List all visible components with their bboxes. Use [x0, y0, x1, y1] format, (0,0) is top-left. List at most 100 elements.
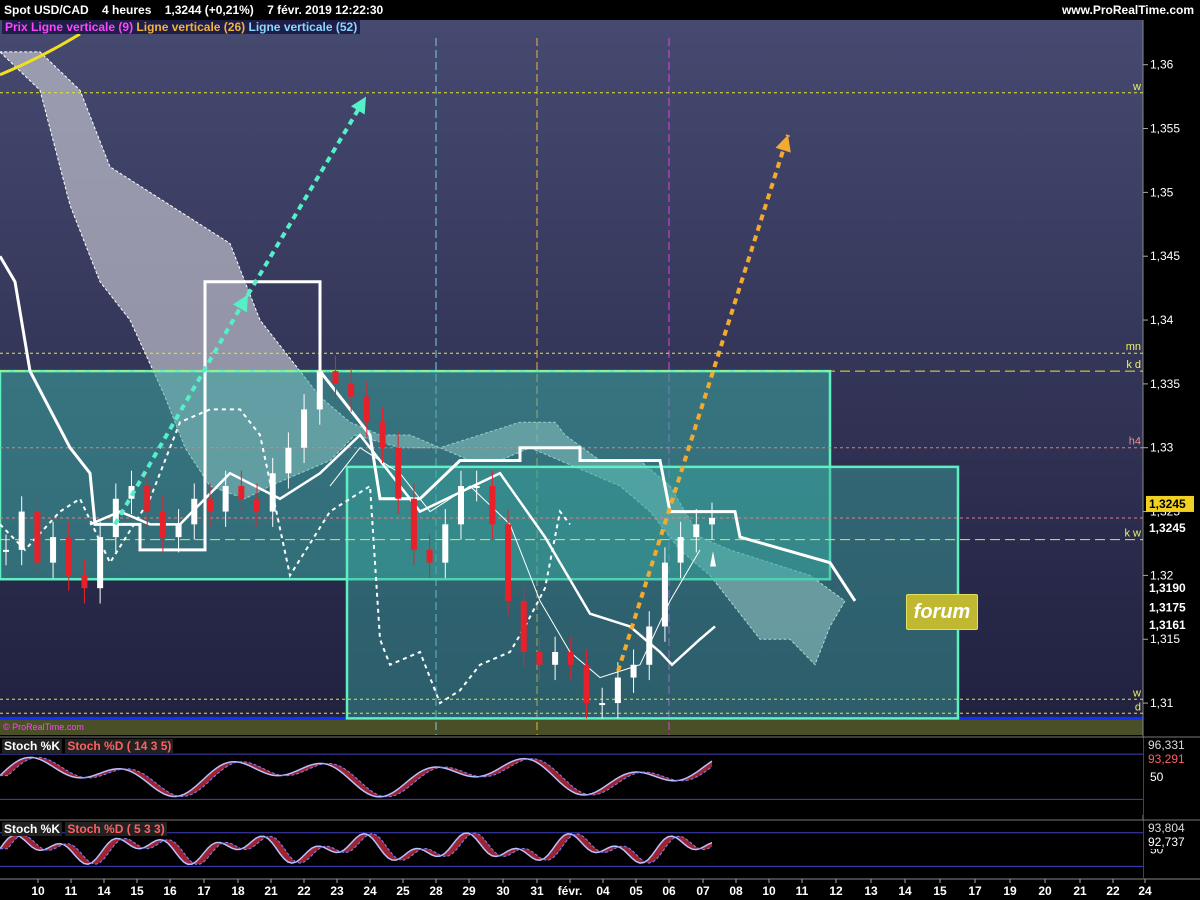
x-tick-label: 13 — [864, 884, 878, 898]
lower-price-band — [0, 718, 1143, 735]
candle-body[interactable] — [630, 664, 637, 678]
x-tick-label: 17 — [968, 884, 982, 898]
x-tick-label: 18 — [231, 884, 245, 898]
candle-body[interactable] — [254, 498, 261, 512]
legend-prix[interactable]: Prix — [5, 20, 28, 34]
price-tag-3: 1,3161 — [1149, 618, 1186, 632]
candle-body[interactable] — [709, 517, 715, 525]
legend-vline-26[interactable]: Ligne verticale (26) — [136, 20, 245, 34]
x-tick-label: 08 — [729, 884, 743, 898]
candle-body[interactable] — [677, 537, 684, 563]
level-label: k w — [1125, 528, 1142, 540]
price-tag-2: 1,3175 — [1149, 600, 1186, 614]
legend-vline-52[interactable]: Ligne verticale (52) — [248, 20, 357, 34]
candle-body[interactable] — [18, 511, 25, 550]
candle-body[interactable] — [552, 652, 559, 665]
stoch2-k-label[interactable]: Stoch %K — [2, 822, 63, 836]
level-label: w — [1132, 687, 1141, 699]
stoch2-d-label[interactable]: Stoch %D ( 5 3 3) — [65, 822, 167, 836]
range-box-lower[interactable] — [345, 465, 960, 720]
candle-body[interactable] — [159, 511, 166, 538]
candle-body[interactable] — [175, 524, 182, 538]
candle-body[interactable] — [332, 371, 339, 384]
x-tick-label: 14 — [898, 884, 912, 898]
candle-body[interactable] — [395, 447, 402, 499]
candle-body[interactable] — [426, 549, 433, 563]
candle-body[interactable] — [614, 677, 621, 704]
candle-body[interactable] — [50, 537, 57, 563]
y-tick-label: 1,34 — [1150, 313, 1174, 327]
candle-body[interactable] — [269, 473, 276, 512]
chart-window: 1,361,3551,351,3451,341,3351,331,3251,32… — [0, 0, 1200, 900]
candle-body[interactable] — [693, 524, 700, 538]
y-tick-label: 1,335 — [1150, 377, 1180, 391]
candle-body[interactable] — [65, 537, 72, 576]
level-label: w — [1132, 81, 1141, 93]
x-tick-label: 20 — [1038, 884, 1052, 898]
candle-body[interactable] — [301, 409, 308, 448]
candle-body[interactable] — [81, 575, 88, 589]
candle-body[interactable] — [238, 486, 245, 499]
y-tick-label: 1,315 — [1150, 632, 1180, 646]
candle-body[interactable] — [646, 626, 653, 665]
candle-body[interactable] — [520, 600, 527, 653]
y-tick-label: 1,36 — [1150, 58, 1174, 72]
stoch1-d-value: 93,291 — [1148, 752, 1185, 766]
legend-vline-9[interactable]: Ligne verticale (9) — [31, 20, 133, 34]
candle-body[interactable] — [112, 498, 119, 538]
candle-body[interactable] — [457, 486, 464, 525]
candle-body[interactable] — [348, 383, 355, 397]
candle-body[interactable] — [316, 371, 323, 410]
x-tick-label: 15 — [933, 884, 947, 898]
candle-body[interactable] — [379, 422, 386, 448]
last-price-label: 1,3244 (+0,21%) — [164, 3, 254, 17]
candle-body[interactable] — [3, 549, 9, 552]
copyright-label: © ProRealTime.com — [3, 722, 84, 732]
candle-body[interactable] — [505, 524, 512, 601]
candle-body[interactable] — [661, 562, 668, 627]
candle-body[interactable] — [536, 652, 543, 665]
x-tick-label: 04 — [596, 884, 610, 898]
chart-title: Spot USD/CAD 4 heures 1,3244 (+0,21%) 7 … — [4, 3, 383, 17]
x-tick-label: 24 — [1138, 884, 1152, 898]
candle-body[interactable] — [410, 498, 417, 550]
x-tick-label: 16 — [163, 884, 177, 898]
x-tick-label: 29 — [462, 884, 476, 898]
candle-body[interactable] — [489, 486, 496, 525]
x-tick-label: 05 — [629, 884, 643, 898]
price-chart[interactable]: 1,361,3551,351,3451,341,3351,331,3251,32… — [0, 0, 1200, 900]
level-label: mn — [1126, 341, 1141, 353]
y-tick-label: 1,31 — [1150, 696, 1174, 710]
candle-body[interactable] — [285, 447, 292, 474]
candle-body[interactable] — [97, 537, 104, 589]
candle-body[interactable] — [206, 498, 213, 512]
stoch2-d-value: 92,737 — [1148, 835, 1185, 849]
candle-body[interactable] — [144, 486, 151, 512]
stoch1-d-label[interactable]: Stoch %D ( 14 3 5) — [65, 739, 174, 753]
y-tick-label: 1,355 — [1150, 122, 1180, 136]
candle-body[interactable] — [473, 486, 480, 489]
candle-body[interactable] — [363, 396, 370, 423]
level-label: k d — [1126, 359, 1141, 371]
candle-body[interactable] — [599, 703, 606, 706]
x-tick-label: 23 — [330, 884, 344, 898]
y-tick-label: 1,35 — [1150, 185, 1174, 199]
x-tick-label: 06 — [662, 884, 676, 898]
instrument-label: Spot USD/CAD — [4, 3, 89, 17]
stoch1-k-label[interactable]: Stoch %K — [2, 739, 63, 753]
price-tag-1: 1,3190 — [1149, 581, 1186, 595]
stoch2-k-value: 93,804 — [1148, 821, 1185, 835]
x-tick-label: 30 — [496, 884, 510, 898]
y-tick-label: 1,345 — [1150, 249, 1180, 263]
x-tick-label: 24 — [363, 884, 377, 898]
level-label: h4 — [1129, 436, 1141, 448]
y-tick-label: 1,33 — [1150, 441, 1174, 455]
timeframe-label: 4 heures — [102, 3, 152, 17]
forum-annotation[interactable]: forum — [906, 594, 978, 630]
candle-body[interactable] — [442, 524, 449, 563]
candle-body[interactable] — [34, 511, 41, 563]
candle-body[interactable] — [567, 652, 574, 665]
candle-body[interactable] — [222, 486, 229, 512]
candle-body[interactable] — [191, 498, 198, 525]
candle-body[interactable] — [583, 664, 590, 704]
